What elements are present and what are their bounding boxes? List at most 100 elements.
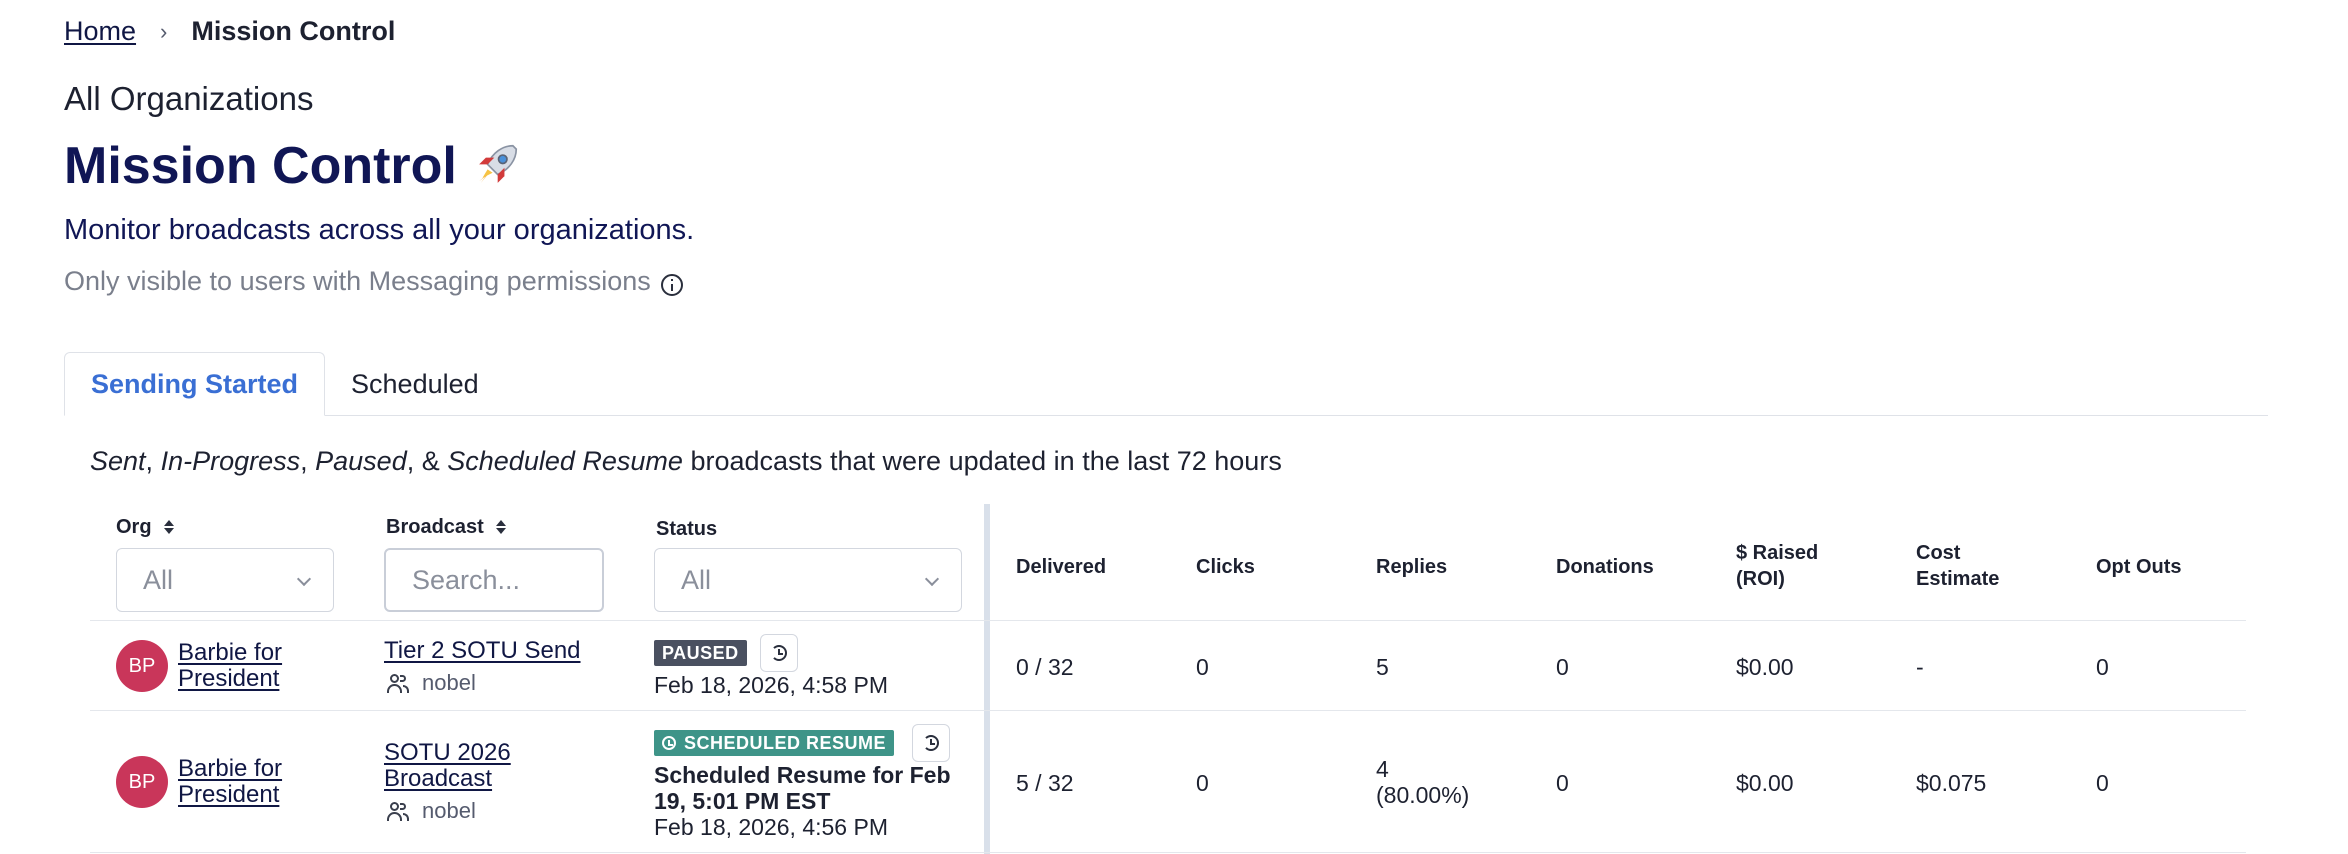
org-link-line2: President bbox=[178, 781, 280, 808]
breadcrumb: Home › Mission Control bbox=[64, 16, 395, 47]
replies-value: 4 (80.00%) bbox=[1376, 756, 1469, 808]
clicks-value: 0 bbox=[1196, 770, 1209, 796]
org-filter-value: All bbox=[143, 564, 174, 595]
page-title-text: Mission Control bbox=[64, 137, 457, 195]
avatar: BP bbox=[116, 640, 168, 692]
owner-name: nobel bbox=[422, 670, 476, 695]
avatar: BP bbox=[116, 756, 168, 808]
sticky-column-divider bbox=[984, 504, 990, 854]
replies-percent: (80.00%) bbox=[1376, 782, 1470, 808]
scheduled-resume-line2: 19, 5:01 PM EST bbox=[654, 788, 831, 814]
replies-value: 5 bbox=[1376, 654, 1389, 680]
column-header-broadcast-label: Broadcast bbox=[386, 516, 484, 538]
desc-paused: Paused bbox=[315, 446, 407, 476]
org-link-line1: Barbie for bbox=[178, 639, 283, 666]
tab-sending-started[interactable]: Sending Started bbox=[64, 352, 326, 416]
desc-sent: Sent bbox=[90, 446, 146, 476]
org-link[interactable]: Barbie for President bbox=[178, 640, 282, 692]
row-divider bbox=[90, 710, 2246, 711]
history-button[interactable] bbox=[760, 634, 798, 672]
column-header-cost-line1: Cost bbox=[1916, 542, 1961, 564]
broadcast-search-field[interactable] bbox=[384, 548, 604, 612]
org-link-line1: Barbie for bbox=[178, 755, 283, 782]
donations-value: 0 bbox=[1556, 770, 1569, 796]
column-header-donations: Donations bbox=[1556, 556, 1654, 578]
chevron-down-icon bbox=[296, 571, 312, 587]
history-icon bbox=[771, 645, 787, 661]
broadcast-link-line1: SOTU 2026 bbox=[384, 739, 511, 766]
broadcast-link[interactable]: Tier 2 SOTU Send bbox=[384, 638, 581, 664]
column-header-raised-line2: (ROI) bbox=[1736, 568, 1785, 590]
status-filter-value: All bbox=[681, 564, 712, 595]
column-header-status: Status bbox=[656, 518, 718, 540]
status-timestamp: Feb 18, 2026, 4:58 PM bbox=[654, 672, 888, 698]
scheduled-resume-text: Scheduled Resume for Feb 19, 5:01 PM EST bbox=[654, 762, 964, 814]
status-filter-select[interactable]: All bbox=[654, 548, 962, 612]
history-button[interactable] bbox=[912, 724, 950, 762]
opt-outs-value: 0 bbox=[2096, 654, 2109, 680]
column-header-clicks: Clicks bbox=[1196, 556, 1255, 578]
rocket-icon bbox=[479, 144, 517, 183]
replies-count: 4 bbox=[1376, 756, 1389, 782]
org-scope-heading: All Organizations bbox=[64, 80, 314, 117]
info-icon[interactable] bbox=[660, 273, 683, 296]
permission-note-text: Only visible to users with Messaging per… bbox=[64, 266, 651, 296]
org-filter-select[interactable]: All bbox=[116, 548, 334, 612]
cost-estimate-value: $0.075 bbox=[1916, 770, 1987, 796]
page-title: Mission Control bbox=[64, 136, 523, 196]
broadcast-link[interactable]: SOTU 2026 Broadcast bbox=[384, 740, 511, 792]
breadcrumb-separator: › bbox=[160, 18, 168, 44]
broadcast-search-input[interactable] bbox=[412, 564, 576, 596]
column-header-replies: Replies bbox=[1376, 556, 1448, 578]
delivered-value: 0 / 32 bbox=[1016, 654, 1074, 680]
status-timestamp: Feb 18, 2026, 4:56 PM bbox=[654, 814, 888, 840]
desc-rest: broadcasts that were updated in the last… bbox=[690, 446, 1282, 476]
desc-scheduled-resume: Scheduled Resume bbox=[447, 446, 683, 476]
raised-value: $0.00 bbox=[1736, 654, 1794, 680]
users-icon bbox=[386, 801, 410, 821]
column-header-broadcast[interactable]: Broadcast bbox=[386, 514, 506, 540]
tab-bar: Sending Started Scheduled bbox=[64, 352, 2268, 416]
broadcast-link-line2: Broadcast bbox=[384, 765, 493, 792]
column-header-cost-line2: Estimate bbox=[1916, 568, 2000, 590]
org-link[interactable]: Barbie for President bbox=[178, 756, 282, 808]
status-badge: SCHEDULED RESUME bbox=[654, 730, 895, 756]
sort-icon[interactable] bbox=[163, 520, 174, 534]
desc-in-progress: In-Progress bbox=[160, 446, 301, 476]
page: { "breadcrumb": { "home": "Home", "separ… bbox=[0, 0, 2348, 854]
header-divider bbox=[90, 620, 2246, 621]
clock-icon bbox=[662, 736, 676, 750]
desc-amp: & bbox=[421, 446, 440, 476]
users-icon bbox=[386, 673, 410, 693]
row-divider bbox=[90, 852, 2246, 853]
status-badge: PAUSED bbox=[654, 640, 747, 666]
opt-outs-value: 0 bbox=[2096, 770, 2109, 796]
broadcasts-table: Org Broadcast Status Delivered Clicks Re… bbox=[90, 504, 2246, 854]
chevron-down-icon bbox=[924, 571, 940, 587]
column-header-org[interactable]: Org bbox=[116, 514, 174, 540]
column-header-cost-estimate: Cost Estimate bbox=[1916, 540, 1999, 592]
tab-description: Sent, In-Progress, Paused, & Scheduled R… bbox=[90, 446, 1282, 476]
delivered-value: 5 / 32 bbox=[1016, 770, 1074, 796]
raised-value: $0.00 bbox=[1736, 770, 1794, 796]
tab-scheduled[interactable]: Scheduled bbox=[325, 352, 505, 416]
column-header-raised: $ Raised (ROI) bbox=[1736, 540, 1818, 592]
broadcast-owner: nobel bbox=[386, 670, 476, 696]
breadcrumb-home-link[interactable]: Home bbox=[64, 16, 136, 47]
column-header-delivered: Delivered bbox=[1016, 556, 1107, 578]
column-header-raised-line1: $ Raised bbox=[1736, 542, 1819, 564]
sort-icon[interactable] bbox=[495, 520, 506, 534]
scheduled-resume-line1: Scheduled Resume for Feb bbox=[654, 762, 951, 788]
owner-name: nobel bbox=[422, 798, 476, 823]
org-link-line2: President bbox=[178, 665, 280, 692]
history-icon bbox=[923, 735, 939, 751]
column-header-org-label: Org bbox=[116, 516, 152, 538]
broadcast-owner: nobel bbox=[386, 798, 476, 824]
donations-value: 0 bbox=[1556, 654, 1569, 680]
page-subtitle: Monitor broadcasts across all your organ… bbox=[64, 214, 695, 246]
breadcrumb-current: Mission Control bbox=[191, 16, 396, 46]
status-badge-label: SCHEDULED RESUME bbox=[684, 732, 887, 753]
permission-note: Only visible to users with Messaging per… bbox=[64, 266, 683, 297]
column-header-opt-outs: Opt Outs bbox=[2096, 556, 2182, 578]
clicks-value: 0 bbox=[1196, 654, 1209, 680]
